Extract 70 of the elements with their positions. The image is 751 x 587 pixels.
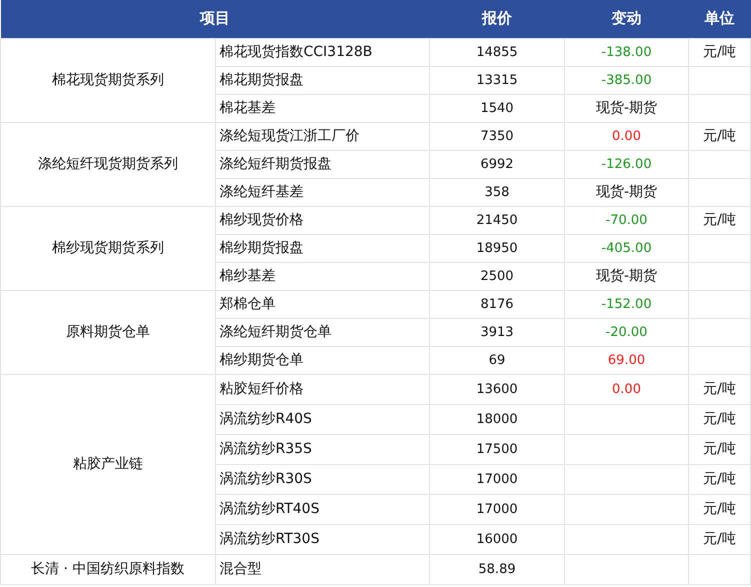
table-cell: 棉花现货指数CCI3128B — [215, 38, 430, 66]
table-cell: 1540 — [430, 94, 564, 122]
table-cell: 现货-期货 — [564, 262, 688, 290]
table-cell: 元/吨 — [688, 38, 750, 66]
table-cell: 0.00 — [564, 374, 688, 404]
table-cell: 现货-期货 — [564, 94, 688, 122]
table-cell: -20.00 — [564, 318, 688, 346]
table-cell: 2500 — [430, 262, 564, 290]
table-cell: 0.00 — [564, 122, 688, 150]
table-cell: -138.00 — [564, 38, 688, 66]
table-cell: 涡流纺纱RT30S — [215, 524, 430, 554]
table-cell: 元/吨 — [688, 206, 750, 234]
table-cell: 17500 — [430, 434, 564, 464]
table-cell: 14855 — [430, 38, 564, 66]
table-cell: 元/吨 — [688, 524, 750, 554]
table-cell: -405.00 — [564, 234, 688, 262]
table-cell: 17000 — [430, 494, 564, 524]
table-cell: 棉花基差 — [215, 94, 430, 122]
table-cell: 18950 — [430, 234, 564, 262]
table-cell: 涤纶短纤期货仓单 — [215, 318, 430, 346]
table-cell: 17000 — [430, 464, 564, 494]
table-cell: 16000 — [430, 524, 564, 554]
table-cell: 69.00 — [564, 346, 688, 374]
table-cell: 郑棉仓单 — [215, 290, 430, 318]
table-cell: 棉纱期货仓单 — [215, 346, 430, 374]
table-cell: 69 — [430, 346, 564, 374]
table-cell: -385.00 — [564, 66, 688, 94]
table-cell: 棉纱基差 — [215, 262, 430, 290]
table-cell: 元/吨 — [688, 404, 750, 434]
table-cell: 涡流纺纱RT40S — [215, 494, 430, 524]
table-cell: 58.89 — [430, 554, 564, 584]
table-cell: 涤纶短现货江浙工厂价 — [215, 122, 430, 150]
group-cell: 原料期货仓单 — [0, 290, 215, 374]
table-cell: -70.00 — [564, 206, 688, 234]
group-cell: 粘胶产业链 — [0, 374, 215, 554]
table-cell: 13600 — [430, 374, 564, 404]
table-cell: 元/吨 — [688, 122, 750, 150]
table-cell: 涤纶短纤期货报盘 — [215, 150, 430, 178]
table-cell: 元/吨 — [688, 494, 750, 524]
table-cell: 13315 — [430, 66, 564, 94]
group-cell: 棉纱现货期货系列 — [0, 206, 215, 290]
table-cell: 7350 — [430, 122, 564, 150]
table-cell: 3913 — [430, 318, 564, 346]
column-header: 项目 — [0, 0, 430, 38]
group-cell: 长清 · 中国纺织原料指数 — [0, 554, 215, 584]
table-cell: 358 — [430, 178, 564, 206]
table-cell: 棉纱现货价格 — [215, 206, 430, 234]
table-cell: 现货-期货 — [564, 178, 688, 206]
table-cell: -126.00 — [564, 150, 688, 178]
table-cell: 涡流纺纱R35S — [215, 434, 430, 464]
table-cell: 8176 — [430, 290, 564, 318]
table-cell: 18000 — [430, 404, 564, 434]
group-cell: 棉花现货期货系列 — [0, 38, 215, 122]
group-cell: 涤纶短纤现货期货系列 — [0, 122, 215, 206]
table-cell: 元/吨 — [688, 464, 750, 494]
column-header: 变动 — [564, 0, 688, 38]
table-cell: 棉纱期货报盘 — [215, 234, 430, 262]
table-cell: 元/吨 — [688, 374, 750, 404]
table-cell: 粘胶短纤价格 — [215, 374, 430, 404]
table-cell: 涡流纺纱R40S — [215, 404, 430, 434]
table-cell: 棉花期货报盘 — [215, 66, 430, 94]
table-cell: 6992 — [430, 150, 564, 178]
table-cell: 涡流纺纱R30S — [215, 464, 430, 494]
table-cell: 涤纶短纤基差 — [215, 178, 430, 206]
column-header: 报价 — [430, 0, 564, 38]
table-cell: 21450 — [430, 206, 564, 234]
table-cell: 元/吨 — [688, 434, 750, 464]
table-cell: -152.00 — [564, 290, 688, 318]
column-header: 单位 — [688, 0, 750, 38]
table-cell: 混合型 — [215, 554, 430, 584]
